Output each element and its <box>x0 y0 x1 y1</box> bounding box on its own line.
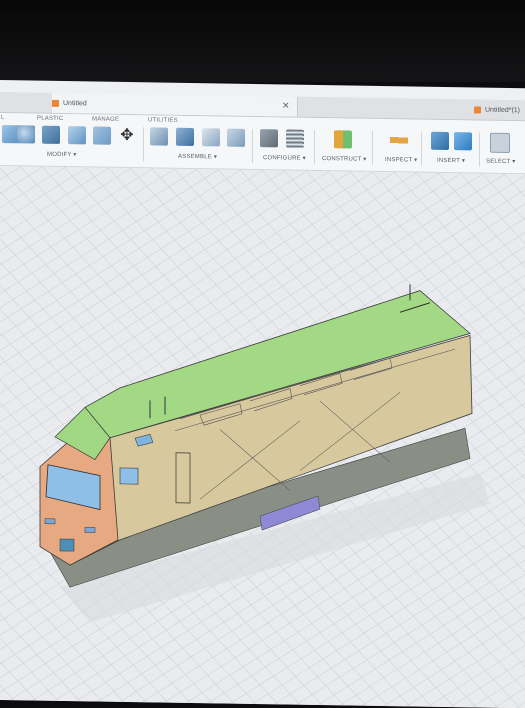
side-window <box>119 467 139 485</box>
fillet-icon[interactable] <box>17 125 35 144</box>
joint-origin-icon[interactable] <box>227 128 245 147</box>
insert-menu[interactable]: INSERT ▾ <box>437 157 465 164</box>
headlight-right <box>84 527 96 533</box>
close-icon[interactable]: ✕ <box>282 100 290 111</box>
assemble-menu[interactable]: ASSEMBLE ▾ <box>178 153 217 161</box>
construct-menu[interactable]: CONSTRUCT ▾ <box>322 155 366 163</box>
locomotive-model[interactable] <box>0 166 525 708</box>
tab-untitled-1[interactable]: Untitled*(1) <box>474 99 520 120</box>
toolbar: L PLASTIC MANAGE UTILITIES ✥ MODIFY ▾ AS… <box>0 113 525 175</box>
tab-label: Untitled*(1) <box>485 106 521 114</box>
ribbon-tab-plastic[interactable]: PLASTIC <box>37 116 63 122</box>
ribbon-tab-utilities[interactable]: UTILITIES <box>148 117 178 123</box>
toolbar-divider <box>372 130 373 165</box>
insert-image-icon[interactable] <box>454 132 472 151</box>
measure-icon[interactable] <box>390 131 408 150</box>
select-icon[interactable] <box>490 132 510 154</box>
toolbar-divider <box>479 132 480 167</box>
configure-icon[interactable] <box>260 129 278 148</box>
shell-icon[interactable] <box>68 126 86 145</box>
offset-plane-icon[interactable] <box>334 130 352 149</box>
cube-icon <box>474 105 481 114</box>
monitor-bezel <box>0 0 525 82</box>
select-menu[interactable]: SELECT ▾ <box>486 158 516 165</box>
toolbar-divider <box>314 129 315 164</box>
insert-derive-icon[interactable] <box>431 131 449 151</box>
new-component-icon[interactable] <box>150 127 168 146</box>
tab-untitled[interactable]: Untitled <box>52 92 298 117</box>
ribbon-tab-manage[interactable]: MANAGE <box>92 116 119 122</box>
cube-icon <box>52 99 59 107</box>
inspect-menu[interactable]: INSPECT ▾ <box>385 156 417 164</box>
joint-icon[interactable] <box>176 127 194 147</box>
configure-menu[interactable]: CONFIGURE ▾ <box>263 154 306 162</box>
coupler <box>59 538 75 552</box>
ribbon-tab-partial[interactable]: L <box>1 115 5 121</box>
table-icon[interactable] <box>286 129 304 148</box>
tab-label: Untitled <box>63 99 87 107</box>
fusion-window: Untitled ✕ Untitled*(1) L PLASTIC MANAGE… <box>0 80 525 708</box>
combine-icon[interactable] <box>93 126 111 145</box>
headlight-left <box>44 518 56 525</box>
toolbar-divider <box>143 127 144 162</box>
move-icon[interactable]: ✥ <box>118 127 136 145</box>
design-canvas[interactable]: ⟲ ▣ ✋ ⊕ ⊡ ▭ ▦ ▤ <box>0 166 525 708</box>
modify-menu[interactable]: MODIFY ▾ <box>47 151 77 158</box>
chamfer-icon[interactable] <box>42 125 60 144</box>
toolbar-divider <box>421 131 422 166</box>
as-built-joint-icon[interactable] <box>202 128 220 147</box>
toolbar-divider <box>252 128 253 163</box>
